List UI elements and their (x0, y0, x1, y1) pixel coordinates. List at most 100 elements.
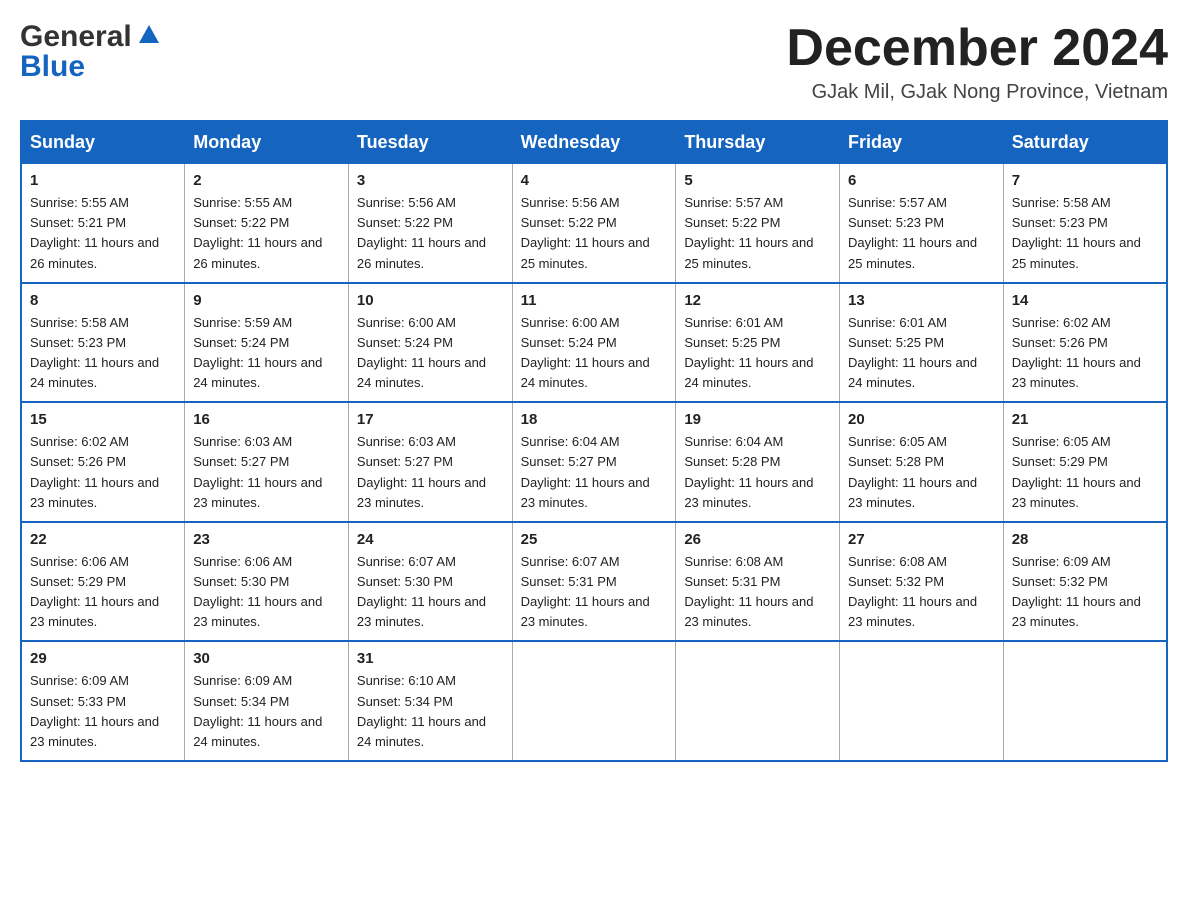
day-info: Sunrise: 6:04 AMSunset: 5:27 PMDaylight:… (521, 432, 668, 513)
table-row: 19Sunrise: 6:04 AMSunset: 5:28 PMDayligh… (676, 402, 840, 522)
day-info: Sunrise: 6:05 AMSunset: 5:28 PMDaylight:… (848, 432, 995, 513)
day-number: 18 (521, 411, 668, 428)
table-row: 1Sunrise: 5:55 AMSunset: 5:21 PMDaylight… (21, 164, 185, 283)
header-sunday: Sunday (21, 121, 185, 164)
day-number: 26 (684, 531, 831, 548)
day-number: 2 (193, 172, 340, 189)
table-row: 21Sunrise: 6:05 AMSunset: 5:29 PMDayligh… (1003, 402, 1167, 522)
table-row: 22 Sunrise: 6:06 AMSunset: 5:29 PMDayligh… (21, 522, 185, 642)
day-info: Sunrise: 5:57 AMSunset: 5:22 PMDaylight:… (684, 193, 831, 274)
table-row: 18 Sunrise: 6:04 AMSunset: 5:27 PMDayligh… (512, 402, 676, 522)
table-row: 14 Sunrise: 6:02 AMSunset: 5:26 PMDayligh… (1003, 283, 1167, 403)
month-title: December 2024 (786, 20, 1168, 77)
location: GJak Mil, GJak Nong Province, Vietnam (786, 81, 1168, 104)
day-number: 7 (1012, 172, 1158, 189)
table-row (840, 641, 1004, 761)
header-saturday: Saturday (1003, 121, 1167, 164)
day-number: 10 (357, 292, 504, 309)
day-info: Sunrise: 6:00 AMSunset: 5:24 PMDaylight:… (357, 313, 504, 394)
day-number: 27 (848, 531, 995, 548)
logo: General Blue (20, 20, 163, 84)
day-info: Sunrise: 6:07 AMSunset: 5:30 PMDaylight:… (357, 552, 504, 633)
day-number: 23 (193, 531, 340, 548)
table-row: 6 Sunrise: 5:57 AMSunset: 5:23 PMDaylight… (840, 164, 1004, 283)
calendar-header-row: Sunday Monday Tuesday Wednesday Thursday… (21, 121, 1167, 164)
table-row: 17 Sunrise: 6:03 AMSunset: 5:27 PMDayligh… (348, 402, 512, 522)
day-info: Sunrise: 6:02 AMSunset: 5:26 PMDaylight:… (1012, 313, 1158, 394)
table-row: 28 Sunrise: 6:09 AMSunset: 5:32 PMDayligh… (1003, 522, 1167, 642)
table-row: 3Sunrise: 5:56 AMSunset: 5:22 PMDaylight… (348, 164, 512, 283)
day-info: Sunrise: 6:03 AMSunset: 5:27 PMDaylight:… (357, 432, 504, 513)
day-info: Sunrise: 6:01 AMSunset: 5:25 PMDaylight:… (684, 313, 831, 394)
logo-triangle-icon (135, 19, 163, 47)
day-number: 29 (30, 650, 176, 667)
day-info: Sunrise: 5:58 AMSunset: 5:23 PMDaylight:… (30, 313, 176, 394)
day-number: 25 (521, 531, 668, 548)
table-row: 11Sunrise: 6:00 AMSunset: 5:24 PMDayligh… (512, 283, 676, 403)
day-number: 22 (30, 531, 176, 548)
day-info: Sunrise: 6:01 AMSunset: 5:25 PMDaylight:… (848, 313, 995, 394)
logo-general: General (20, 20, 132, 54)
day-info: Sunrise: 5:57 AMSunset: 5:23 PMDaylight:… (848, 193, 995, 274)
table-row: 31 Sunrise: 6:10 AMSunset: 5:34 PMDayligh… (348, 641, 512, 761)
header-monday: Monday (185, 121, 349, 164)
day-info: Sunrise: 6:06 AMSunset: 5:29 PMDaylight:… (30, 552, 176, 633)
day-info: Sunrise: 6:04 AMSunset: 5:28 PMDaylight:… (684, 432, 831, 513)
table-row: 23 Sunrise: 6:06 AMSunset: 5:30 PMDayligh… (185, 522, 349, 642)
calendar-week-row: 29 Sunrise: 6:09 AMSunset: 5:33 PMDayligh… (21, 641, 1167, 761)
table-row: 7Sunrise: 5:58 AMSunset: 5:23 PMDaylight… (1003, 164, 1167, 283)
day-info: Sunrise: 6:10 AMSunset: 5:34 PMDaylight:… (357, 671, 504, 752)
day-number: 20 (848, 411, 995, 428)
table-row: 27 Sunrise: 6:08 AMSunset: 5:32 PMDayligh… (840, 522, 1004, 642)
day-number: 16 (193, 411, 340, 428)
calendar-week-row: 8Sunrise: 5:58 AMSunset: 5:23 PMDaylight… (21, 283, 1167, 403)
table-row: 10 Sunrise: 6:00 AMSunset: 5:24 PMDayligh… (348, 283, 512, 403)
day-number: 17 (357, 411, 504, 428)
day-number: 1 (30, 172, 176, 189)
logo-blue: Blue (20, 50, 85, 84)
table-row: 13 Sunrise: 6:01 AMSunset: 5:25 PMDayligh… (840, 283, 1004, 403)
day-number: 6 (848, 172, 995, 189)
table-row: 16 Sunrise: 6:03 AMSunset: 5:27 PMDayligh… (185, 402, 349, 522)
day-info: Sunrise: 5:56 AMSunset: 5:22 PMDaylight:… (357, 193, 504, 274)
day-info: Sunrise: 6:09 AMSunset: 5:33 PMDaylight:… (30, 671, 176, 752)
day-info: Sunrise: 5:56 AMSunset: 5:22 PMDaylight:… (521, 193, 668, 274)
day-info: Sunrise: 6:07 AMSunset: 5:31 PMDaylight:… (521, 552, 668, 633)
day-number: 30 (193, 650, 340, 667)
table-row (1003, 641, 1167, 761)
day-info: Sunrise: 5:59 AMSunset: 5:24 PMDaylight:… (193, 313, 340, 394)
table-row: 2 Sunrise: 5:55 AMSunset: 5:22 PMDaylight… (185, 164, 349, 283)
day-info: Sunrise: 6:03 AMSunset: 5:27 PMDaylight:… (193, 432, 340, 513)
table-row: 24 Sunrise: 6:07 AMSunset: 5:30 PMDayligh… (348, 522, 512, 642)
day-number: 13 (848, 292, 995, 309)
table-row: 29 Sunrise: 6:09 AMSunset: 5:33 PMDayligh… (21, 641, 185, 761)
table-row: 15 Sunrise: 6:02 AMSunset: 5:26 PMDayligh… (21, 402, 185, 522)
day-info: Sunrise: 6:09 AMSunset: 5:32 PMDaylight:… (1012, 552, 1158, 633)
title-block: December 2024 GJak Mil, GJak Nong Provin… (786, 20, 1168, 104)
day-number: 14 (1012, 292, 1158, 309)
day-info: Sunrise: 5:55 AMSunset: 5:22 PMDaylight:… (193, 193, 340, 274)
table-row: 9 Sunrise: 5:59 AMSunset: 5:24 PMDaylight… (185, 283, 349, 403)
calendar-week-row: 1Sunrise: 5:55 AMSunset: 5:21 PMDaylight… (21, 164, 1167, 283)
day-info: Sunrise: 6:02 AMSunset: 5:26 PMDaylight:… (30, 432, 176, 513)
page-header: General Blue December 2024 GJak Mil, GJa… (20, 20, 1168, 104)
day-number: 5 (684, 172, 831, 189)
day-number: 12 (684, 292, 831, 309)
day-info: Sunrise: 6:05 AMSunset: 5:29 PMDaylight:… (1012, 432, 1158, 513)
table-row: 12 Sunrise: 6:01 AMSunset: 5:25 PMDayligh… (676, 283, 840, 403)
day-info: Sunrise: 6:08 AMSunset: 5:31 PMDaylight:… (684, 552, 831, 633)
day-info: Sunrise: 6:00 AMSunset: 5:24 PMDaylight:… (521, 313, 668, 394)
table-row: 20 Sunrise: 6:05 AMSunset: 5:28 PMDayligh… (840, 402, 1004, 522)
table-row: 25 Sunrise: 6:07 AMSunset: 5:31 PMDayligh… (512, 522, 676, 642)
calendar-table: Sunday Monday Tuesday Wednesday Thursday… (20, 120, 1168, 762)
day-number: 15 (30, 411, 176, 428)
day-info: Sunrise: 6:06 AMSunset: 5:30 PMDaylight:… (193, 552, 340, 633)
day-number: 24 (357, 531, 504, 548)
day-number: 28 (1012, 531, 1158, 548)
day-number: 31 (357, 650, 504, 667)
header-thursday: Thursday (676, 121, 840, 164)
day-info: Sunrise: 6:09 AMSunset: 5:34 PMDaylight:… (193, 671, 340, 752)
day-info: Sunrise: 6:08 AMSunset: 5:32 PMDaylight:… (848, 552, 995, 633)
table-row (676, 641, 840, 761)
day-number: 9 (193, 292, 340, 309)
